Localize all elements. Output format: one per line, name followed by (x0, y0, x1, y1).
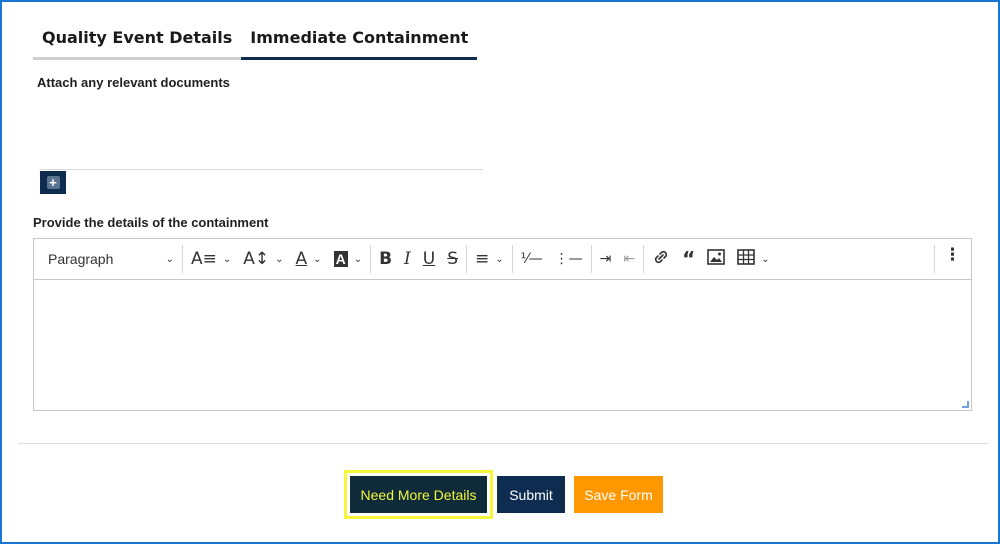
toolbar-separator (590, 245, 592, 273)
numbered-list-icon: ⅟— (520, 251, 543, 267)
add-attachment-button[interactable]: + (40, 171, 66, 194)
font-color-icon: A (295, 249, 308, 269)
containment-editor-content[interactable] (34, 280, 971, 410)
need-more-details-highlight: Need More Details (344, 470, 493, 519)
blockquote-icon: “ (682, 247, 696, 271)
chevron-down-icon: ⌄ (313, 253, 322, 265)
need-more-details-button[interactable]: Need More Details (350, 476, 487, 513)
toolbar-separator (182, 245, 183, 273)
tab-bar: Quality Event Details Immediate Containm… (33, 16, 478, 60)
font-size-icon: A≡ (191, 249, 217, 269)
paragraph-format-value: Paragraph (48, 251, 114, 267)
toolbar-separator (466, 245, 468, 273)
chevron-down-icon: ⌄ (761, 253, 770, 265)
link-button[interactable] (646, 244, 676, 274)
highlight-dropdown[interactable]: A ⌄ (328, 244, 369, 274)
indent-icon: ⇥ (599, 251, 612, 267)
toolbar-separator (511, 245, 513, 273)
toolbar-separator (643, 245, 645, 273)
line-height-dropdown[interactable]: A↕ ⌄ (237, 244, 289, 274)
bold-icon: B (379, 249, 393, 269)
image-button[interactable] (701, 244, 731, 274)
rich-text-editor: Paragraph ⌄ A≡ ⌄ A↕ ⌄ A ⌄ A ⌄ B I U S ≡ … (33, 238, 972, 411)
image-icon (707, 248, 726, 270)
bulleted-list-icon: ⋮— (554, 251, 583, 267)
toolbar-separator (370, 245, 372, 273)
strikethrough-button[interactable]: S (441, 244, 464, 274)
underline-button[interactable]: U (417, 244, 441, 274)
font-size-dropdown[interactable]: A≡ ⌄ (185, 244, 237, 274)
line-height-icon: A↕ (243, 249, 270, 269)
font-color-dropdown[interactable]: A ⌄ (290, 244, 328, 274)
more-icon: ⋮ (944, 245, 961, 265)
table-dropdown[interactable]: ⌄ (731, 244, 775, 274)
link-icon (652, 248, 670, 271)
plus-icon: + (46, 176, 60, 189)
strikethrough-icon: S (447, 249, 459, 269)
highlight-icon: A (333, 251, 348, 267)
form-divider (18, 443, 988, 444)
blockquote-button[interactable]: “ (676, 244, 701, 274)
align-icon: ≡ (475, 249, 490, 269)
containment-details-label: Provide the details of the containment (33, 215, 269, 230)
chevron-down-icon: ⌄ (165, 253, 174, 265)
outdent-icon: ⇤ (623, 251, 636, 267)
chevron-down-icon: ⌄ (222, 253, 232, 265)
more-toolbar-button[interactable]: ⋮ (934, 245, 961, 273)
submit-button[interactable]: Submit (497, 476, 565, 513)
chevron-down-icon: ⌄ (495, 253, 504, 265)
tab-immediate-containment[interactable]: Immediate Containment (241, 16, 478, 60)
numbered-list-button[interactable]: ⅟— (515, 244, 549, 274)
resize-handle[interactable] (962, 401, 969, 408)
italic-button[interactable]: I (398, 244, 417, 274)
italic-icon: I (404, 249, 411, 269)
save-form-button[interactable]: Save Form (574, 476, 663, 513)
paragraph-format-select[interactable]: Paragraph ⌄ (40, 244, 180, 274)
attachments-divider (39, 169, 483, 170)
toolbar-separator (934, 245, 935, 273)
underline-icon: U (422, 249, 436, 269)
align-dropdown[interactable]: ≡ ⌄ (469, 244, 510, 274)
bold-button[interactable]: B (373, 244, 398, 274)
indent-button[interactable]: ⇥ (594, 244, 618, 274)
attach-documents-label: Attach any relevant documents (37, 75, 230, 90)
bulleted-list-button[interactable]: ⋮— (549, 244, 589, 274)
outdent-button[interactable]: ⇤ (617, 244, 641, 274)
editor-toolbar: Paragraph ⌄ A≡ ⌄ A↕ ⌄ A ⌄ A ⌄ B I U S ≡ … (34, 239, 971, 280)
app-frame: Quality Event Details Immediate Containm… (0, 0, 1000, 544)
table-icon (737, 248, 756, 270)
tab-quality-event-details[interactable]: Quality Event Details (33, 16, 242, 60)
chevron-down-icon: ⌄ (353, 253, 363, 265)
chevron-down-icon: ⌄ (275, 253, 284, 265)
